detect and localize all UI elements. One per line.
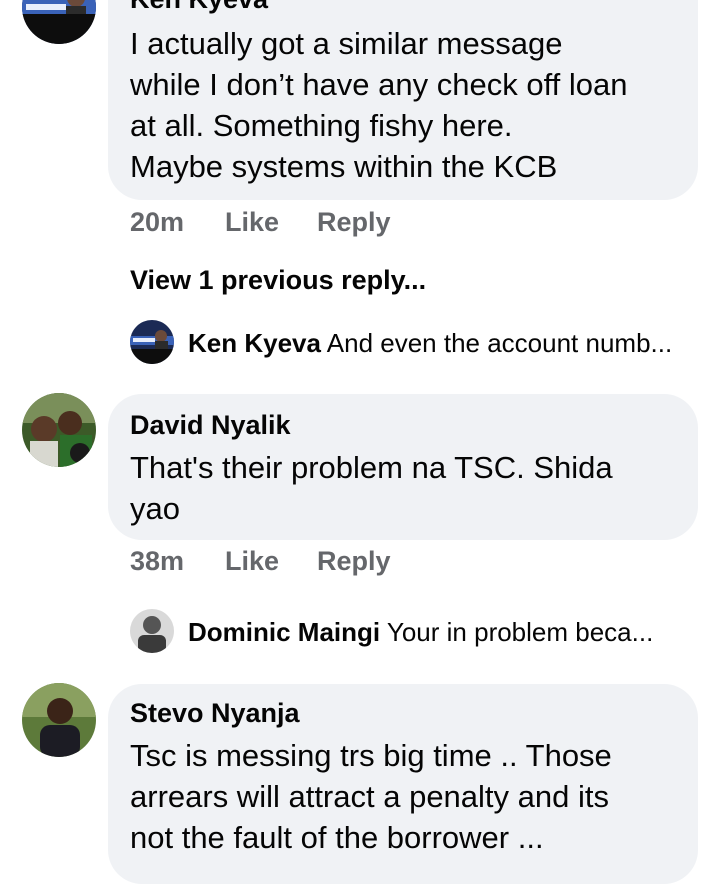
comment-text-line: I actually got a similar message — [130, 26, 563, 61]
reply-snippet: And even the account numb... — [326, 328, 673, 358]
comment-text-line: at all. Something fishy here. — [130, 108, 513, 143]
comment-author[interactable]: Ken Kyeva — [130, 0, 268, 15]
reply-author[interactable]: Dominic Maingi — [188, 617, 380, 647]
comment-text-line: yao — [130, 491, 180, 526]
commenter-avatar[interactable] — [22, 393, 96, 467]
comment-bubble: Stevo Nyanja Tsc is messing trs big time… — [108, 684, 698, 884]
comment-text-line: Tsc is messing trs big time .. Those — [130, 738, 612, 773]
reply-avatar[interactable] — [130, 320, 174, 364]
comment-text-line: That's their problem na TSC. Shida — [130, 450, 613, 485]
comment-text-line: not the fault of the borrower ... — [130, 820, 544, 855]
comment-timestamp: 20m — [130, 207, 185, 237]
like-button[interactable]: Like — [225, 546, 279, 577]
reply-button[interactable]: Reply — [317, 207, 391, 238]
comment-author[interactable]: David Nyalik — [130, 410, 291, 441]
like-button[interactable]: Like — [225, 207, 279, 238]
comment-timestamp: 38m — [130, 546, 185, 576]
reply-author[interactable]: Ken Kyeva — [188, 328, 321, 358]
comment-text-line: arrears will attract a penalty and its — [130, 779, 609, 814]
reply-preview[interactable]: Dominic Maingi Your in problem beca... — [188, 617, 653, 648]
reply-avatar[interactable] — [130, 609, 174, 653]
commenter-avatar[interactable] — [22, 683, 96, 757]
comment-bubble: David Nyalik That's their problem na TSC… — [108, 394, 698, 540]
comment-text-line: while I don’t have any check off loan — [130, 67, 628, 102]
reply-preview[interactable]: Ken Kyeva And even the account numb... — [188, 328, 672, 359]
commenter-avatar[interactable] — [22, 0, 96, 44]
view-previous-replies-link[interactable]: View 1 previous reply... — [130, 265, 426, 296]
comment-text-line: Maybe systems within the KCB — [130, 149, 558, 184]
comment-actions: 38m Like Reply — [130, 546, 430, 578]
comment-author[interactable]: Stevo Nyanja — [130, 698, 300, 729]
reply-button[interactable]: Reply — [317, 546, 391, 577]
comment-bubble: Ken Kyeva I actually got a similar messa… — [108, 0, 698, 200]
comment-actions: 20m Like Reply — [130, 207, 430, 239]
reply-snippet: Your in problem beca... — [386, 617, 654, 647]
